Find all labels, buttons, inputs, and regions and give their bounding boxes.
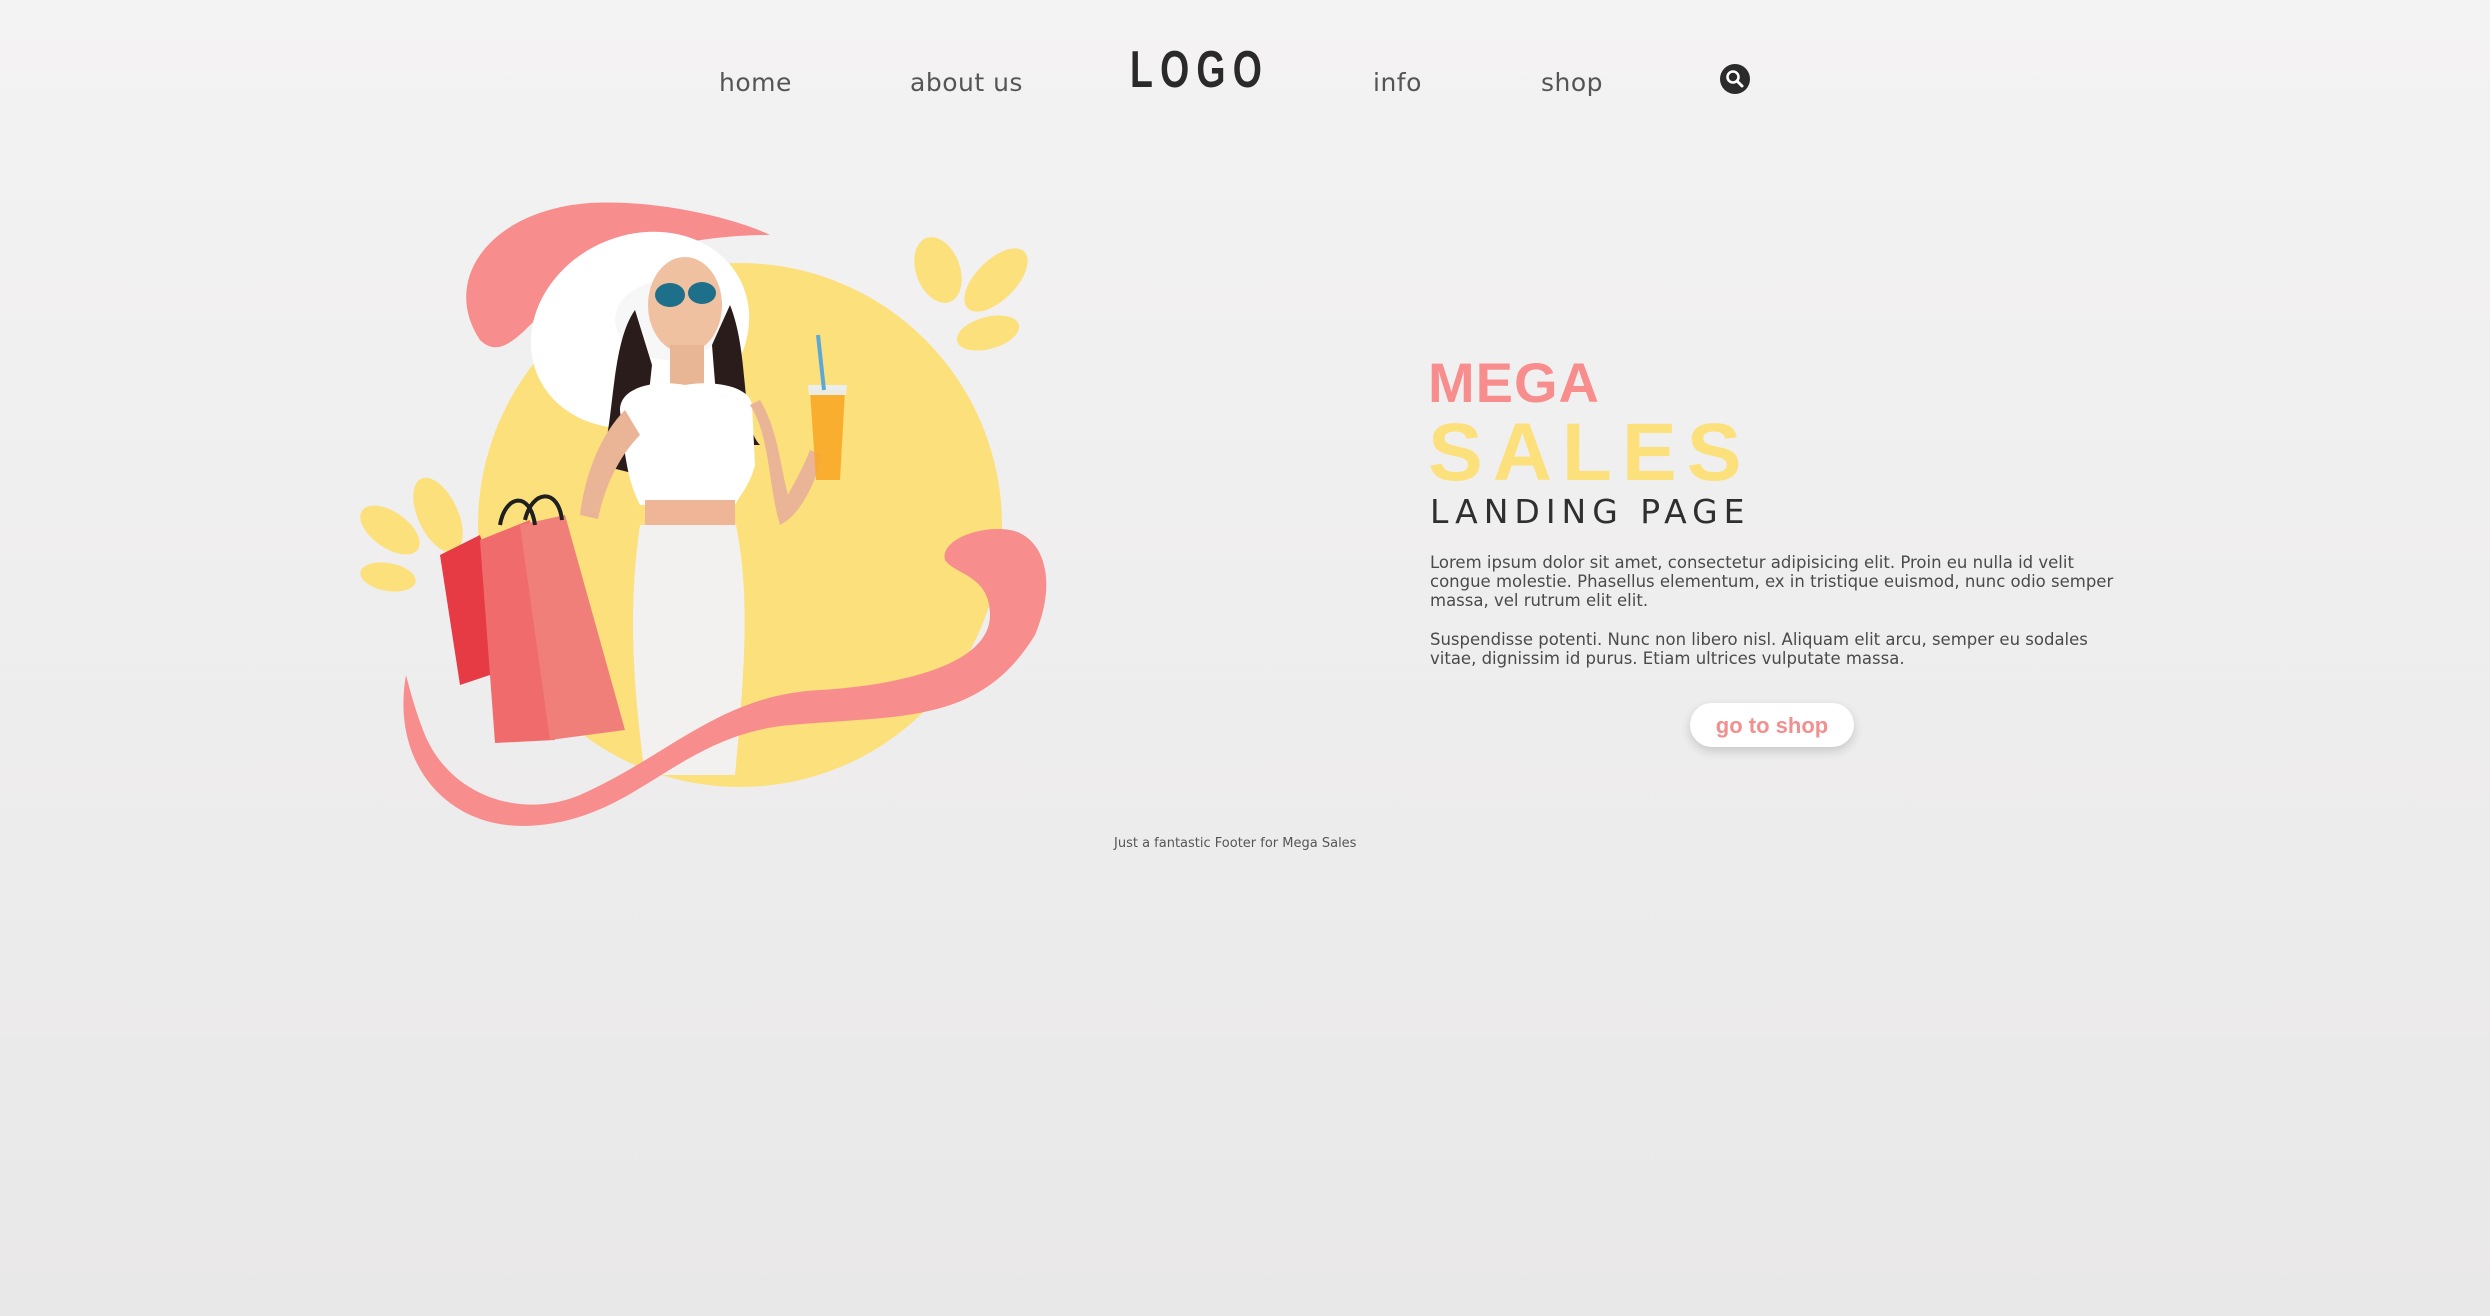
footer-text: Just a fantastic Footer for Mega Sales	[1114, 836, 1357, 851]
nav-link-shop[interactable]: shop	[1541, 68, 1603, 97]
body-paragraph-1: Lorem ipsum dolor sit amet, consectetur …	[1430, 553, 2114, 610]
go-to-shop-button[interactable]: go to shop	[1690, 703, 1854, 747]
body-paragraph-2: Suspendisse potenti. Nunc non libero nis…	[1430, 630, 2088, 668]
subheadline-landing-page: LANDING PAGE	[1430, 492, 1751, 531]
search-icon	[1726, 70, 1744, 88]
nav-link-about-us[interactable]: about us	[910, 68, 1023, 97]
headline-mega: MEGA	[1428, 351, 1600, 414]
logo[interactable]: LOGO	[1130, 40, 1269, 100]
nav-link-home[interactable]: home	[719, 68, 792, 97]
yellow-splash-top-right	[914, 237, 1028, 351]
headline-sales: SALES	[1428, 407, 1752, 498]
search-button[interactable]	[1720, 64, 1750, 94]
nav-link-info[interactable]: info	[1373, 68, 1422, 97]
hero-image	[340, 195, 1070, 835]
